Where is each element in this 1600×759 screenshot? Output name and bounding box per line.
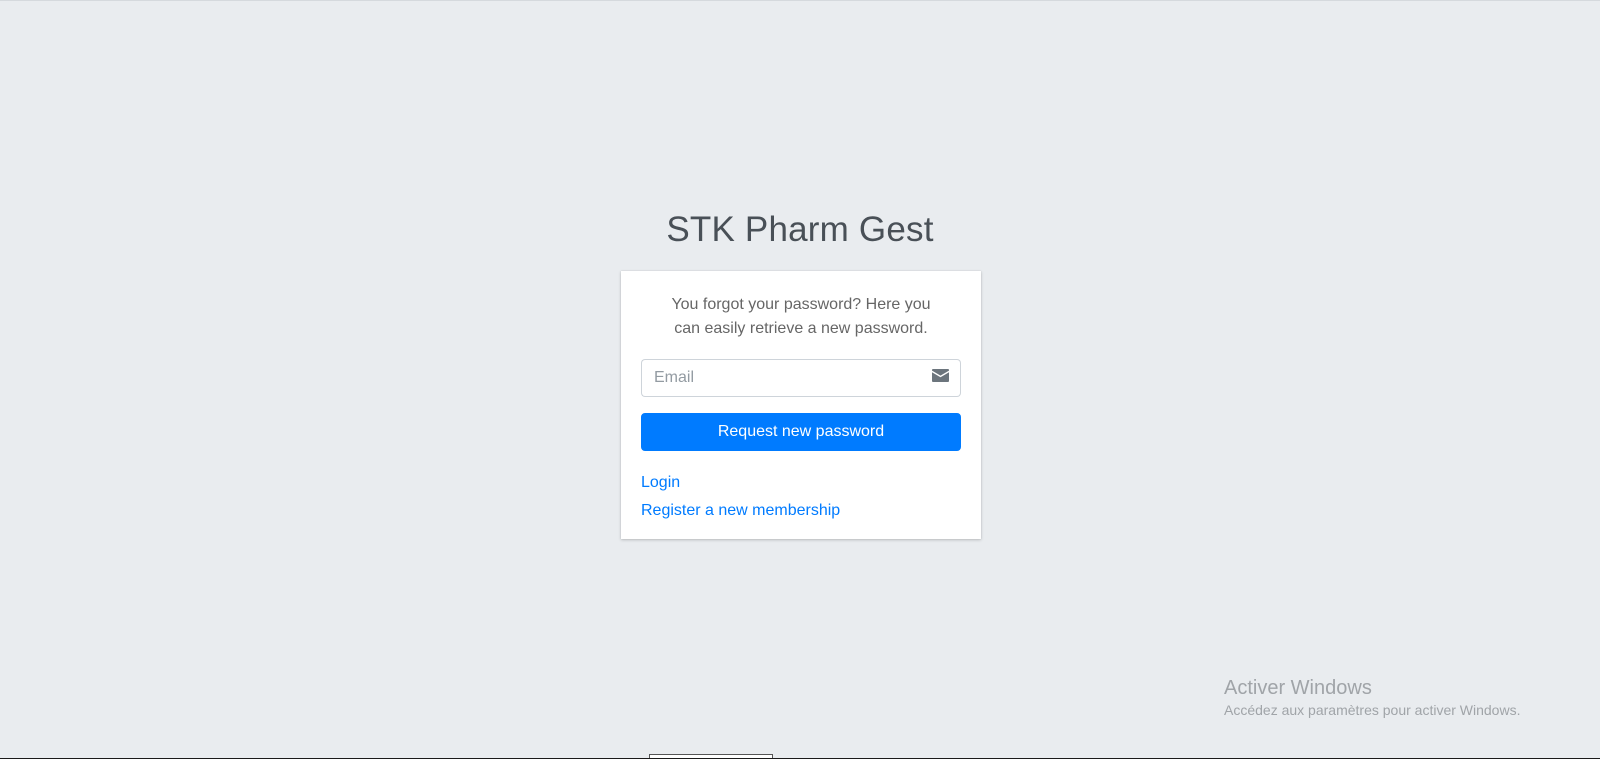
taskbar-tab[interactable] xyxy=(649,754,773,758)
request-new-password-button[interactable]: Request new password xyxy=(641,413,961,451)
register-link[interactable]: Register a new membership xyxy=(641,502,840,519)
forgot-password-card: You forgot your password? Here you can e… xyxy=(621,271,981,539)
forgot-password-message: You forgot your password? Here you can e… xyxy=(671,296,931,337)
watermark-subtitle: Accédez aux paramètres pour activer Wind… xyxy=(1224,702,1521,718)
page: STK Pharm Gest You forgot your password?… xyxy=(0,0,1600,759)
brand-name-strong[interactable]: STK xyxy=(666,210,735,249)
email-input-group xyxy=(641,359,961,397)
brand-name-light[interactable]: Pharm Gest xyxy=(735,210,934,249)
envelope-icon xyxy=(931,369,949,387)
login-logo[interactable]: STK Pharm Gest xyxy=(0,210,1600,250)
email-field[interactable] xyxy=(641,359,920,397)
watermark-title: Activer Windows xyxy=(1224,677,1372,699)
windows-activation-watermark: Activer Windows Accédez aux paramètres p… xyxy=(1224,676,1520,720)
login-link[interactable]: Login xyxy=(641,474,680,491)
email-addon xyxy=(920,359,961,397)
card-links: Login Register a new membership xyxy=(641,469,961,525)
